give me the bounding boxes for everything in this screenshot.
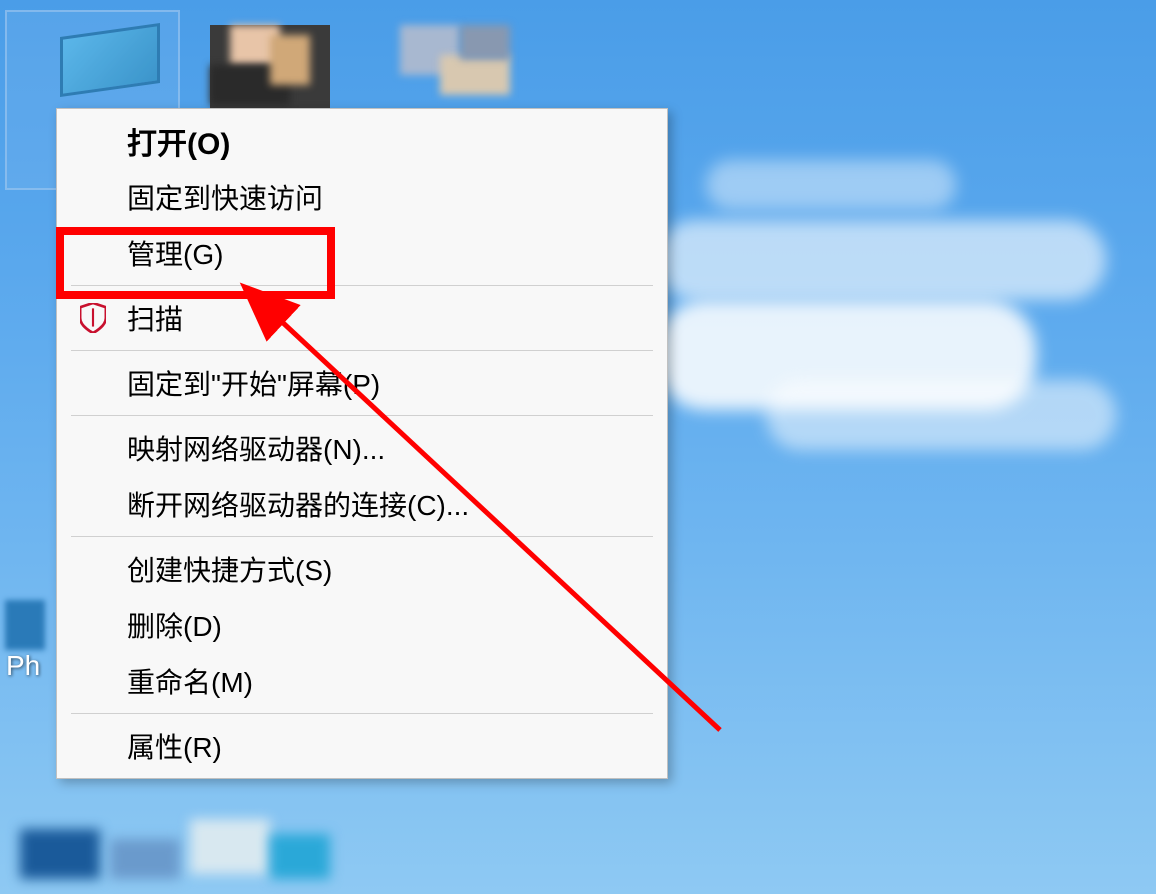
menu-separator bbox=[71, 415, 653, 416]
menu-item-label: 创建快捷方式(S) bbox=[127, 549, 332, 589]
menu-item-label: 打开(O) bbox=[127, 119, 230, 163]
menu-item-pin-start[interactable]: 固定到"开始"屏幕(P) bbox=[57, 355, 667, 411]
menu-item-rename[interactable]: 重命名(M) bbox=[57, 653, 667, 709]
menu-item-label: 扫描 bbox=[127, 298, 183, 338]
menu-item-properties[interactable]: 属性(R) bbox=[57, 718, 667, 774]
desktop-icon-blurred-1[interactable] bbox=[210, 25, 330, 115]
menu-item-create-shortcut[interactable]: 创建快捷方式(S) bbox=[57, 541, 667, 597]
desktop-icon-blurred-2[interactable] bbox=[390, 25, 520, 105]
menu-item-pin-quick-access[interactable]: 固定到快速访问 bbox=[57, 169, 667, 225]
menu-item-label: 固定到"开始"屏幕(P) bbox=[127, 363, 380, 403]
context-menu: 打开(O) 固定到快速访问 管理(G) 扫描 固定到"开始"屏幕(P) 映射网络… bbox=[56, 108, 668, 779]
menu-item-label: 删除(D) bbox=[127, 605, 222, 645]
menu-item-label: 断开网络驱动器的连接(C)... bbox=[127, 484, 469, 524]
menu-item-open[interactable]: 打开(O) bbox=[57, 113, 667, 169]
menu-separator bbox=[71, 285, 653, 286]
menu-item-manage[interactable]: 管理(G) bbox=[57, 225, 667, 281]
desktop-icons-bottom-blurred bbox=[20, 819, 340, 894]
menu-item-delete[interactable]: 删除(D) bbox=[57, 597, 667, 653]
menu-item-disconnect-drive[interactable]: 断开网络驱动器的连接(C)... bbox=[57, 476, 667, 532]
menu-separator bbox=[71, 350, 653, 351]
shield-icon bbox=[77, 302, 109, 334]
menu-item-label: 属性(R) bbox=[127, 726, 222, 766]
menu-separator bbox=[71, 536, 653, 537]
menu-item-label: 映射网络驱动器(N)... bbox=[127, 428, 385, 468]
desktop-icon-partial-left bbox=[5, 540, 55, 660]
menu-item-scan[interactable]: 扫描 bbox=[57, 290, 667, 346]
menu-item-label: 管理(G) bbox=[127, 233, 223, 273]
menu-item-label: 固定到快速访问 bbox=[127, 177, 323, 217]
menu-item-label: 重命名(M) bbox=[127, 661, 253, 701]
desktop-icon-label-partial: Ph bbox=[6, 650, 40, 682]
menu-item-map-drive[interactable]: 映射网络驱动器(N)... bbox=[57, 420, 667, 476]
menu-separator bbox=[71, 713, 653, 714]
